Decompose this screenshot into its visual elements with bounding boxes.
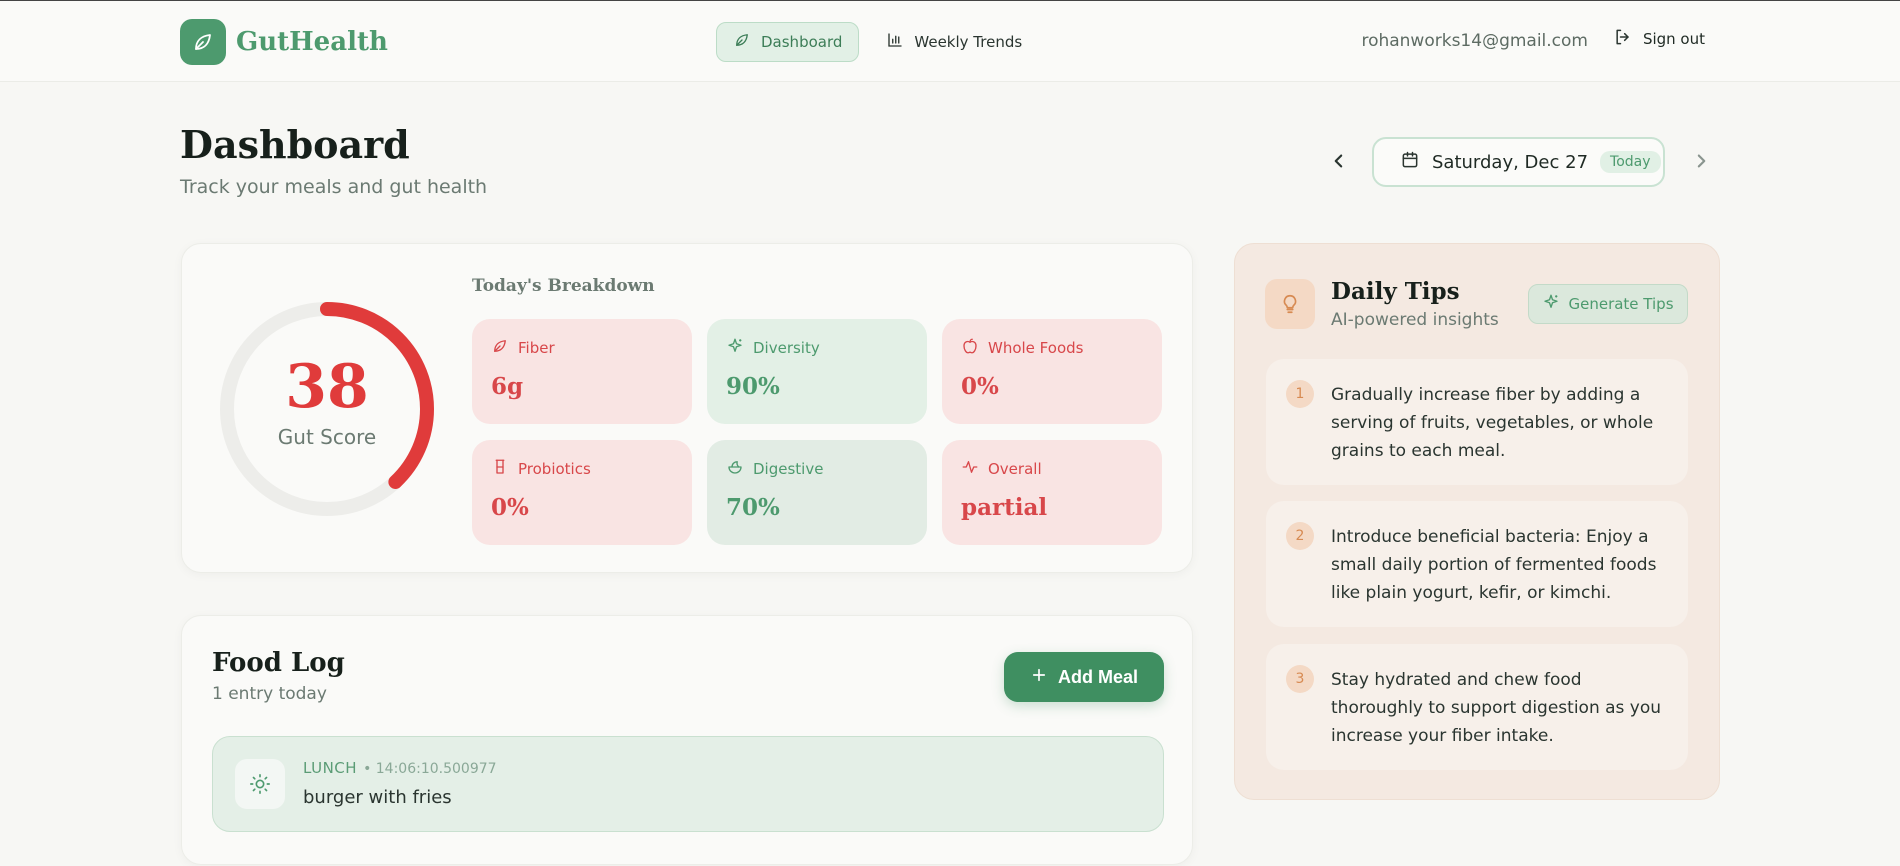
sun-icon <box>235 759 285 809</box>
add-meal-button[interactable]: Add Meal <box>1004 652 1164 702</box>
leaf-logo-icon <box>180 19 226 65</box>
today-badge: Today <box>1600 151 1661 173</box>
tile-whole-foods-label: Whole Foods <box>988 339 1084 357</box>
tips-title: Daily Tips <box>1331 278 1460 305</box>
food-log-subtitle: 1 entry today <box>212 684 327 704</box>
tile-fiber-label: Fiber <box>518 339 555 357</box>
add-meal-label: Add Meal <box>1057 666 1138 687</box>
generate-tips-label: Generate Tips <box>1568 295 1674 313</box>
meal-name: burger with fries <box>303 787 452 808</box>
main-nav: Dashboard Weekly Trends <box>716 22 1039 62</box>
meal-time: • 14:06:10.500977 <box>363 761 497 777</box>
tip-item: 1 Gradually increase fiber by adding a s… <box>1266 359 1688 485</box>
tab-dashboard-label: Dashboard <box>761 33 843 51</box>
cup-icon <box>491 458 509 480</box>
meal-type: LUNCH • 14:06:10.500977 <box>303 759 497 777</box>
meal-entry[interactable]: LUNCH • 14:06:10.500977 burger with fries <box>212 736 1164 832</box>
tip-text: Stay hydrated and chew food thoroughly t… <box>1331 670 1662 746</box>
tile-digestive-label: Digestive <box>753 460 824 478</box>
tile-diversity-label: Diversity <box>753 339 820 357</box>
food-log-title: Food Log <box>212 648 345 678</box>
tile-overall-value: partial <box>961 494 1048 521</box>
lightbulb-icon <box>1265 279 1315 329</box>
gut-score-card: 38 Gut Score Today's Breakdown Fiber 6g … <box>181 243 1193 573</box>
daily-tips-card: Daily Tips AI-powered insights Generate … <box>1234 243 1720 800</box>
user-email: rohanworks14@gmail.com <box>1361 31 1588 51</box>
brand-name: GutHealth <box>236 27 388 57</box>
plus-icon <box>1030 666 1048 689</box>
tips-subtitle: AI-powered insights <box>1331 310 1499 330</box>
gut-score-value: 38 <box>285 352 369 422</box>
tile-diversity-value: 90% <box>726 373 780 400</box>
date-picker[interactable]: Saturday, Dec 27 Today <box>1372 137 1665 187</box>
breakdown-title: Today's Breakdown <box>472 276 655 296</box>
salad-icon <box>726 458 744 480</box>
top-navigation-bar: GutHealth Dashboard Weekly Trends rohanw… <box>0 0 1900 82</box>
sign-out-label: Sign out <box>1642 30 1705 48</box>
tip-item: 2 Introduce beneficial bacteria: Enjoy a… <box>1266 501 1688 627</box>
logout-icon <box>1613 27 1633 51</box>
activity-icon <box>961 458 979 480</box>
tip-text: Gradually increase fiber by adding a ser… <box>1331 385 1654 461</box>
gut-score-label: Gut Score <box>277 425 377 449</box>
breakdown-tiles: Fiber 6g Diversity 90% Whole Foods 0% Pr… <box>472 319 1162 545</box>
tile-probiotics-label: Probiotics <box>518 460 591 478</box>
tile-probiotics-value: 0% <box>491 494 529 521</box>
tab-weekly-trends-label: Weekly Trends <box>914 33 1023 51</box>
tile-whole-foods-value: 0% <box>961 373 999 400</box>
tip-number: 3 <box>1286 665 1314 693</box>
sparkle-icon <box>726 337 744 359</box>
apple-icon <box>961 337 979 359</box>
generate-tips-button[interactable]: Generate Tips <box>1528 284 1688 324</box>
food-log-card: Food Log 1 entry today Add Meal LUNCH • 1… <box>181 615 1193 865</box>
tile-digestive-value: 70% <box>726 494 780 521</box>
tip-item: 3 Stay hydrated and chew food thoroughly… <box>1266 644 1688 770</box>
previous-day-button[interactable] <box>1326 148 1352 178</box>
calendar-icon <box>1400 150 1420 175</box>
next-day-button[interactable] <box>1688 148 1714 178</box>
tip-number: 2 <box>1286 522 1314 550</box>
sparkle-icon <box>1542 293 1560 315</box>
bar-chart-icon <box>886 31 904 53</box>
sign-out-button[interactable]: Sign out <box>1613 27 1705 51</box>
tip-text: Introduce beneficial bacteria: Enjoy a s… <box>1331 527 1657 603</box>
tip-number: 1 <box>1286 380 1314 408</box>
tab-weekly-trends[interactable]: Weekly Trends <box>869 22 1039 62</box>
gut-score-gauge: 38 Gut Score <box>212 294 442 524</box>
leaf-icon <box>733 31 751 53</box>
tile-fiber: Fiber 6g <box>472 319 692 424</box>
page-subtitle: Track your meals and gut health <box>180 176 488 198</box>
tile-fiber-value: 6g <box>491 373 524 400</box>
brand[interactable]: GutHealth <box>180 19 388 65</box>
tile-digestive: Digestive 70% <box>707 440 927 545</box>
tile-whole-foods: Whole Foods 0% <box>942 319 1162 424</box>
leaf-icon <box>491 337 509 359</box>
tab-dashboard[interactable]: Dashboard <box>716 22 860 62</box>
tile-probiotics: Probiotics 0% <box>472 440 692 545</box>
chevron-right-icon <box>1697 154 1706 168</box>
tile-overall: Overall partial <box>942 440 1162 545</box>
tile-diversity: Diversity 90% <box>707 319 927 424</box>
page-title: Dashboard <box>180 122 410 167</box>
date-label: Saturday, Dec 27 <box>1432 151 1589 173</box>
tile-overall-label: Overall <box>988 460 1042 478</box>
meal-type-label: LUNCH <box>303 759 358 777</box>
chevron-left-icon <box>1334 154 1343 168</box>
